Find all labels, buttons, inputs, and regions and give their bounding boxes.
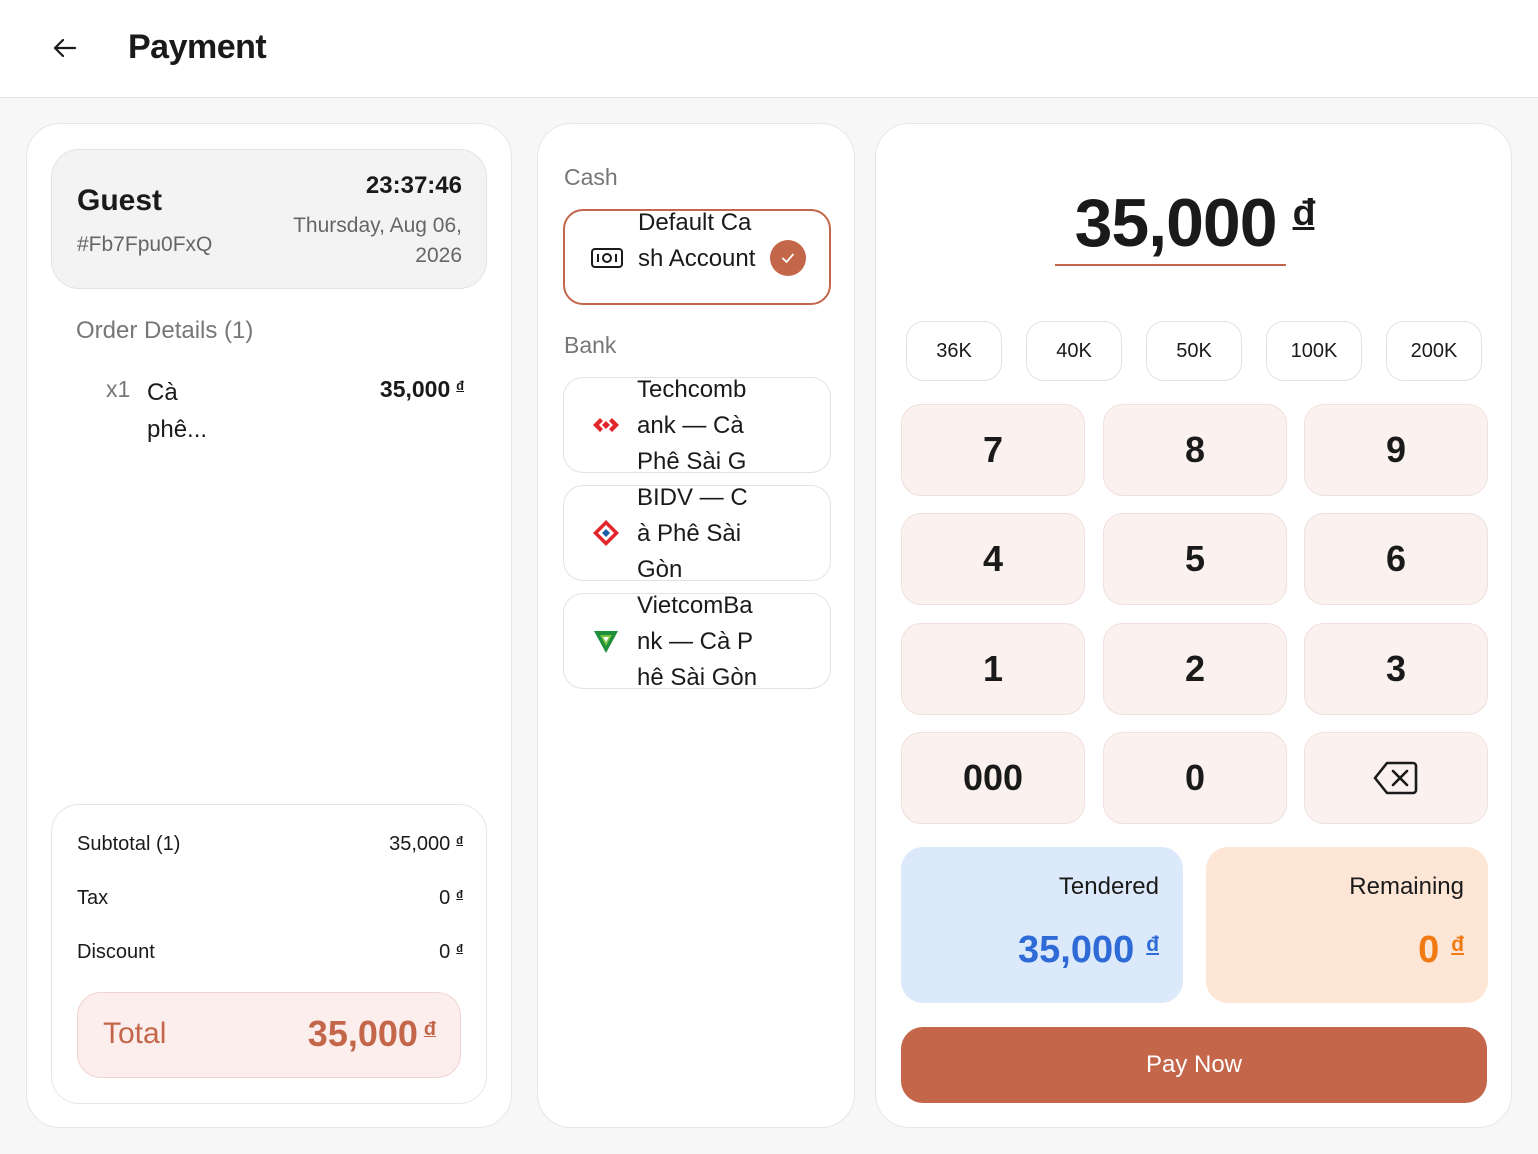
method-default-cash[interactable]: Default Cash Account <box>563 209 831 305</box>
techcombank-logo-icon <box>588 409 624 441</box>
order-id: #Fb7Fpu0FxQ <box>77 233 213 256</box>
page-title: Payment <box>128 28 267 66</box>
pay-now-button[interactable]: Pay Now <box>901 1027 1487 1103</box>
order-item-name: Cà phê... <box>147 379 208 443</box>
cash-icon <box>589 242 625 274</box>
remaining-value: 0đ <box>1418 929 1464 971</box>
key-6[interactable]: 6 <box>1304 513 1488 605</box>
order-panel: Guest #Fb7Fpu0FxQ 23:37:46 Thursday, Aug… <box>26 123 512 1128</box>
key-1[interactable]: 1 <box>901 623 1085 715</box>
total-box: Total 35,000 đ <box>77 992 461 1078</box>
arrow-left-icon <box>53 38 77 58</box>
key-0[interactable]: 0 <box>1103 732 1287 824</box>
method-bidv[interactable]: BIDV — Cà Phê Sài Gòn <box>563 484 831 583</box>
currency-symbol: đ <box>456 379 464 394</box>
tax-label: Tax <box>77 887 109 909</box>
remaining-box: Remaining 0đ <box>1206 847 1488 1003</box>
key-7[interactable]: 7 <box>901 404 1085 496</box>
quick-amount-200k[interactable]: 200K <box>1386 321 1482 381</box>
guest-card: Guest #Fb7Fpu0FxQ 23:37:46 Thursday, Aug… <box>51 149 487 289</box>
method-techcombank[interactable]: Techcombank — Cà Phê Sài Gòn <box>563 376 831 475</box>
discount-label: Discount <box>77 941 155 963</box>
order-summary: Subtotal (1) 35,000 đ Tax 0đ Discount 0đ … <box>51 804 487 1104</box>
payment-methods-panel: Cash Default Cash Account Bank Techcomba… <box>537 123 855 1128</box>
key-4[interactable]: 4 <box>901 513 1085 605</box>
remaining-label: Remaining <box>1349 873 1464 900</box>
discount-value: 0đ <box>439 941 463 963</box>
key-9[interactable]: 9 <box>1304 404 1488 496</box>
subtotal-value: 35,000 đ <box>389 833 463 855</box>
amount-underline <box>1055 264 1286 266</box>
guest-name: Guest <box>77 184 163 217</box>
key-2[interactable]: 2 <box>1103 623 1287 715</box>
order-details-title: Order Details (1) <box>76 317 254 344</box>
backspace-button[interactable] <box>1304 732 1488 824</box>
method-name: VietcomBank — Cà Phê Sài Gòn <box>637 592 758 691</box>
top-bar: Payment <box>0 0 1538 98</box>
method-name: Techcombank — Cà Phê Sài Gòn <box>637 376 747 475</box>
keypad-panel: 35,000 đ 36K 40K 50K 100K 200K 7 8 9 4 5 … <box>875 123 1512 1128</box>
check-icon <box>770 240 806 276</box>
backspace-icon <box>1373 761 1418 795</box>
bank-section-label: Bank <box>564 332 617 358</box>
tax-value: 0đ <box>439 887 463 909</box>
tendered-value: 35,000 đ <box>1018 929 1159 971</box>
cash-section-label: Cash <box>564 164 618 190</box>
quick-amount-100k[interactable]: 100K <box>1266 321 1362 381</box>
tendered-box: Tendered 35,000 đ <box>901 847 1183 1003</box>
key-3[interactable]: 3 <box>1304 623 1488 715</box>
order-item-qty: x1 <box>106 376 131 402</box>
quick-amount-50k[interactable]: 50K <box>1146 321 1242 381</box>
key-000[interactable]: 000 <box>901 732 1085 824</box>
total-value: 35,000 đ <box>307 1013 436 1054</box>
order-date: Thursday, Aug 06, 2026 <box>293 214 462 267</box>
subtotal-label: Subtotal (1) <box>77 833 181 855</box>
vietcombank-logo-icon <box>588 625 624 657</box>
tendered-label: Tendered <box>1058 873 1159 900</box>
order-item: x1 Cà phê... 35,000 đ <box>76 374 464 444</box>
total-label: Total <box>103 1017 167 1050</box>
quick-amount-40k[interactable]: 40K <box>1026 321 1122 381</box>
back-button[interactable] <box>40 24 88 72</box>
quick-amount-36k[interactable]: 36K <box>906 321 1002 381</box>
bidv-logo-icon <box>588 517 624 549</box>
amount-display: 35,000 đ <box>1074 185 1316 261</box>
order-item-price: 35,000 đ <box>379 376 464 402</box>
order-time: 23:37:46 <box>365 172 462 199</box>
key-5[interactable]: 5 <box>1103 513 1287 605</box>
key-8[interactable]: 8 <box>1103 404 1287 496</box>
method-vietcombank[interactable]: VietcomBank — Cà Phê Sài Gòn <box>563 592 831 691</box>
method-name: Default Cash Account <box>638 209 756 272</box>
method-name: BIDV — Cà Phê Sài Gòn <box>637 484 748 583</box>
